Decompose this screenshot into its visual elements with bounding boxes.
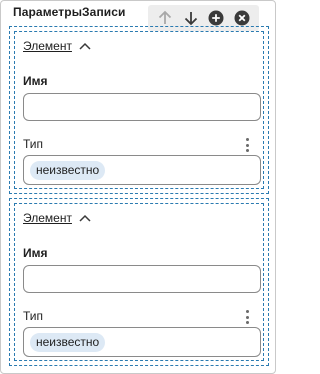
more-vert-icon[interactable] [243, 138, 251, 152]
name-label: Имя [23, 74, 48, 88]
move-down-button[interactable] [181, 8, 201, 28]
type-select[interactable]: неизвестно [23, 155, 261, 185]
type-select[interactable]: неизвестно [23, 327, 261, 357]
type-chip: неизвестно [30, 333, 106, 352]
record-header: Элемент [23, 211, 91, 225]
chevron-up-icon[interactable] [79, 42, 91, 50]
record-collapse-link[interactable]: Элемент [23, 211, 72, 225]
remove-record-button[interactable] [232, 8, 252, 28]
name-input[interactable] [23, 93, 261, 121]
record-inner: Элемент Имя Тип неизвестно [14, 31, 264, 189]
move-up-button[interactable] [155, 8, 175, 28]
arrow-down-icon [184, 12, 197, 26]
type-label: Тип [23, 309, 44, 323]
arrow-up-icon [158, 10, 172, 24]
record-inner: Элемент Имя Тип неизвестно [14, 203, 264, 361]
type-label: Тип [23, 137, 44, 151]
add-circle-icon [208, 10, 224, 26]
chevron-up-icon[interactable] [79, 214, 91, 222]
record-card: Элемент Имя Тип неизвестно [9, 26, 269, 194]
remove-circle-icon [234, 10, 250, 26]
name-input[interactable] [23, 265, 261, 293]
record-collapse-link[interactable]: Элемент [23, 39, 72, 53]
record-header: Элемент [23, 39, 91, 53]
record-parameters-panel: ПараметрыЗаписи Элемент Имя Тип неизвест… [0, 0, 276, 374]
add-record-button[interactable] [206, 8, 226, 28]
type-chip: неизвестно [30, 161, 106, 180]
record-card: Элемент Имя Тип неизвестно [9, 198, 269, 366]
name-label: Имя [23, 246, 48, 260]
panel-title: ПараметрыЗаписи [13, 5, 126, 19]
more-vert-icon[interactable] [243, 310, 251, 324]
